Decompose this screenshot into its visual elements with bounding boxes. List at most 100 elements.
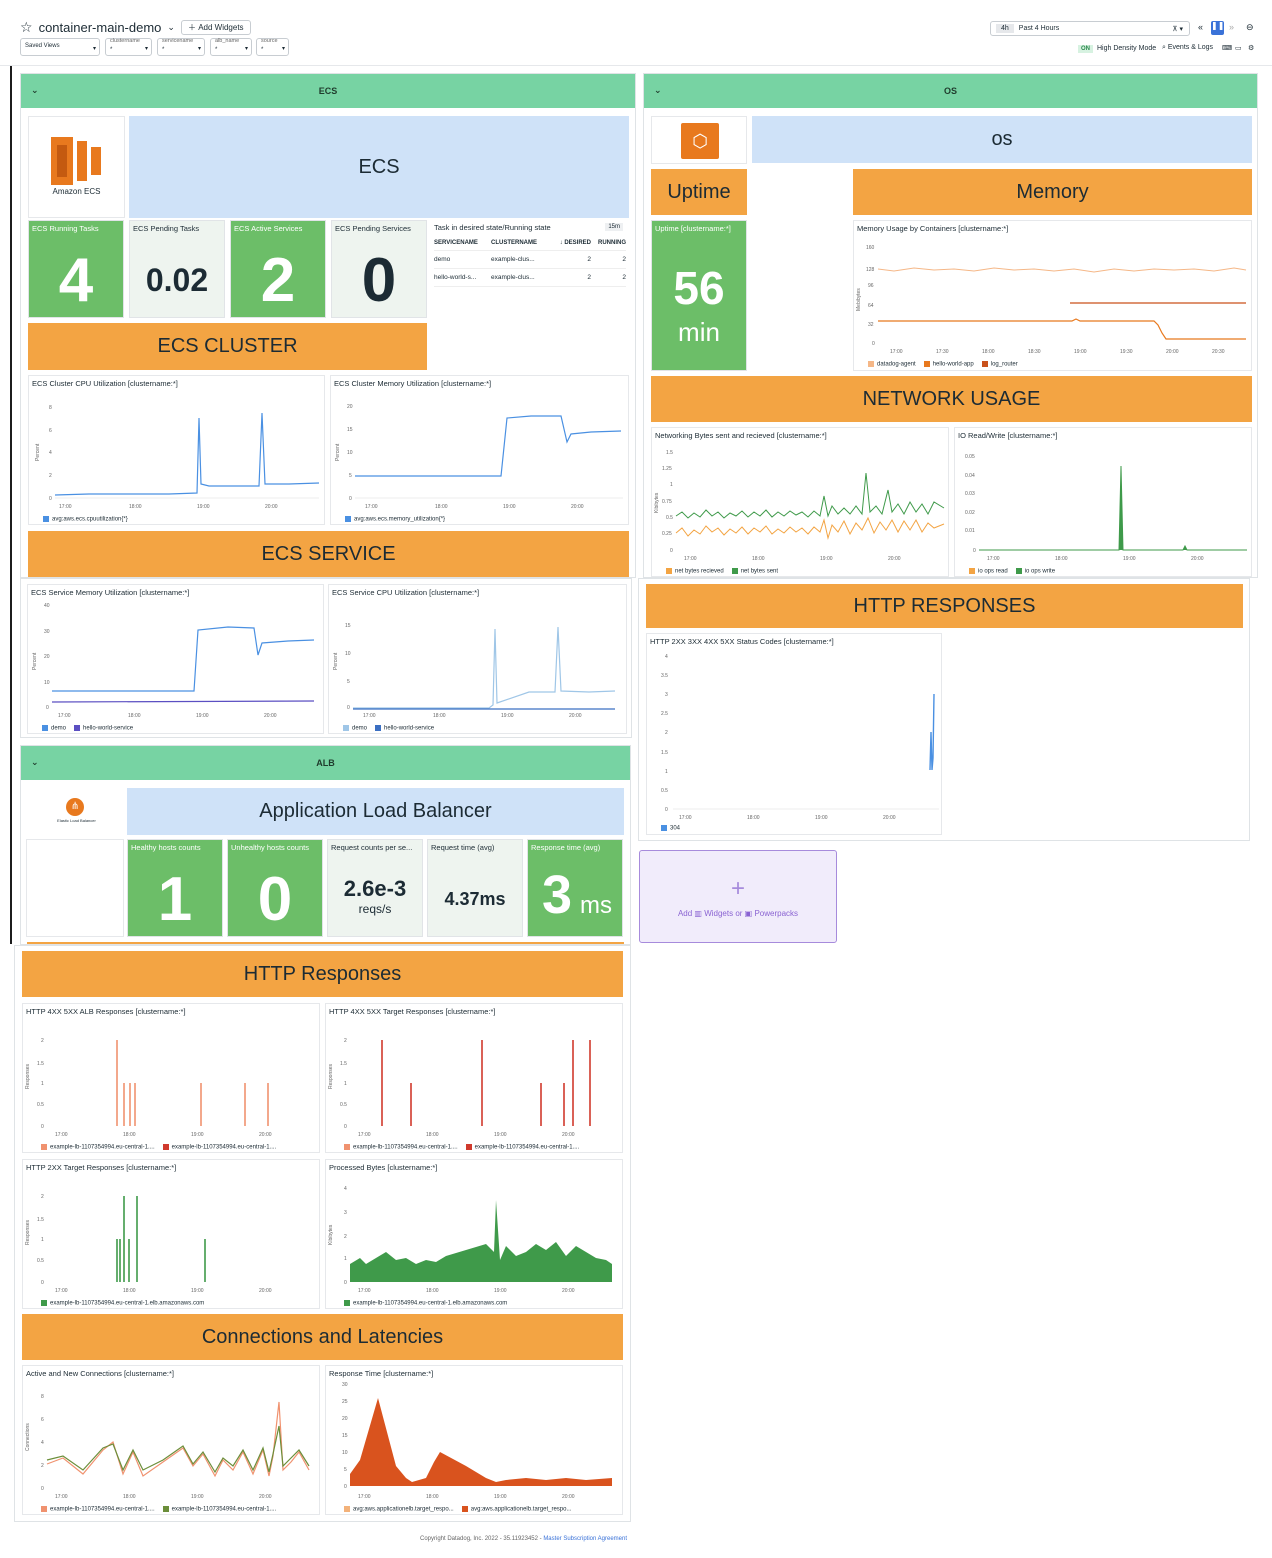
connections-chart: 8 6 4 2 0 17:00 18:00 19:00 20:00 Connections — [25, 1394, 310, 1500]
template-var-servicename[interactable]: servicename * ▾ — [157, 38, 205, 56]
table-row[interactable]: hello-world-s... example-clus... 2 2 — [434, 269, 626, 287]
add-widgets-button[interactable]: ＋ Add Widgets — [180, 20, 251, 35]
col-header-servicename[interactable]: SERVICENAME — [434, 240, 491, 246]
chart-legend: demo hello-world-service — [343, 725, 434, 732]
svg-text:20:00: 20:00 — [888, 556, 901, 562]
time-label: Past 4 Hours — [1018, 25, 1060, 32]
ecs-group-header[interactable]: ⌄ ECS — [21, 74, 635, 108]
memory-chart: 20 15 10 5 0 17:00 18:00 19:00 20:00 Percent — [335, 404, 623, 510]
ecs-cluster-memory-widget: ECS Cluster Memory Utilization [clustern… — [330, 375, 629, 525]
response-time-chart: 30 25 20 15 10 5 0 17:00 18:00 19:00 20:00 — [342, 1382, 612, 1500]
svg-text:2: 2 — [41, 1038, 44, 1044]
rewind-icon[interactable]: « — [1198, 22, 1203, 32]
svg-text:10: 10 — [342, 1450, 348, 1456]
amazon-ecs-logo-icon — [51, 137, 101, 185]
svg-text:2: 2 — [41, 1463, 44, 1469]
bar-chart-icon: ▥ — [694, 909, 702, 918]
svg-text:1: 1 — [41, 1081, 44, 1087]
unhealthy-hosts-widget: Unhealthy hosts counts 0 — [227, 839, 323, 937]
svg-text:19:00: 19:00 — [494, 1288, 507, 1294]
pin-icon[interactable]: ⊼ ▾ — [1172, 25, 1183, 33]
y-axis-label: Responses — [25, 1219, 31, 1245]
table-row[interactable]: demo example-clus... 2 2 — [434, 251, 626, 269]
svg-text:18:30: 18:30 — [1028, 349, 1041, 355]
svg-text:19:00: 19:00 — [503, 504, 516, 510]
caret-icon: ▾ — [197, 46, 201, 52]
template-var-alb-name[interactable]: alb_name * ▾ — [210, 38, 252, 56]
response-time-chart-widget: Response Time [clustername:*] 30 25 20 15 10… — [325, 1365, 623, 1515]
svg-text:15: 15 — [347, 427, 353, 433]
chart-legend: datadog-agent hello-world-app log_router — [868, 361, 1018, 368]
legend-label: hello-world-service — [83, 725, 134, 732]
time-picker[interactable]: 4h Past 4 Hours ⊼ ▾ — [990, 21, 1190, 36]
chevron-down-icon[interactable]: ⌄ — [31, 85, 39, 96]
chevron-down-icon[interactable]: ⌄ — [167, 22, 175, 33]
settings-gear-icon[interactable]: ⚙ — [1248, 44, 1254, 52]
chevron-down-icon[interactable]: ⌄ — [31, 757, 39, 768]
col-header-clustername[interactable]: CLUSTERNAME — [491, 240, 551, 246]
forward-icon[interactable]: » — [1229, 22, 1234, 32]
var-value: * — [261, 47, 264, 53]
zoom-out-icon[interactable]: ⊖ — [1246, 22, 1254, 33]
caret-icon: ▾ — [144, 46, 148, 52]
y-axis-label: Percent — [32, 652, 38, 670]
star-icon[interactable]: ☆ — [20, 19, 33, 36]
svg-text:30: 30 — [342, 1382, 348, 1388]
alb-block-continued: HTTP Responses HTTP 4XX 5XX ALB Response… — [14, 945, 631, 1522]
ecs-group: ⌄ ECS Amazon ECS ECS ECS Running Tasks 4 … — [20, 73, 636, 578]
request-time-widget: Request time (avg) 4.37ms — [427, 839, 523, 937]
svg-text:3: 3 — [665, 692, 668, 698]
caret-icon: ▾ — [92, 46, 96, 52]
svg-text:8: 8 — [41, 1394, 44, 1400]
io-read-write-widget: IO Read/Write [clustername:*] 0.05 0.04 0.… — [954, 427, 1252, 577]
high-density-toggle[interactable]: ON — [1078, 45, 1093, 53]
y-axis-label: Percent — [335, 443, 341, 461]
tv-mode-icon[interactable]: ▭ — [1235, 44, 1242, 52]
template-var-clustername[interactable]: clustername * ▾ — [105, 38, 152, 56]
caret-icon: ▾ — [281, 46, 285, 52]
svg-text:17:00: 17:00 — [59, 504, 72, 510]
svg-text:19:00: 19:00 — [494, 1132, 507, 1138]
svg-text:25: 25 — [342, 1399, 348, 1405]
svg-text:0: 0 — [670, 548, 673, 554]
task-table: SERVICENAME CLUSTERNAME ↓ DESIRED RUNNIN… — [434, 235, 626, 287]
legend-label: example-lb-1107354994.eu-central-1.... — [353, 1144, 458, 1151]
svg-text:20:30: 20:30 — [1212, 349, 1225, 355]
alb-group: ⌄ ALB ⋔ Elastic Load Balancer Application… — [20, 745, 631, 945]
svg-text:20:00: 20:00 — [259, 1132, 272, 1138]
alb-group-header[interactable]: ⌄ ALB — [21, 746, 630, 780]
footer-msa-link[interactable]: Master Subscription Agreement — [543, 1536, 627, 1542]
keyboard-icon[interactable]: ⌨ — [1222, 44, 1232, 52]
os-group: ⌄ OS ⬡ os Uptime Memory Uptime [clusterna… — [643, 73, 1258, 578]
ecs-service-title: ECS SERVICE — [28, 531, 629, 577]
svg-text:18:00: 18:00 — [128, 713, 141, 719]
svg-text:19:30: 19:30 — [1120, 349, 1133, 355]
events-logs-button[interactable]: ⌕ Events & Logs — [1162, 44, 1213, 52]
legend-label: net bytes sent — [740, 568, 779, 575]
saved-views-select[interactable]: Saved Views ▾ — [20, 38, 100, 56]
svg-text:2: 2 — [665, 730, 668, 736]
memory-title: Memory — [853, 169, 1252, 215]
add-widgets-text: Add ▥ Widgets or ▣ Powerpacks — [678, 909, 798, 918]
chart-legend: avg:aws.ecs.memory_utilization{*} — [345, 516, 445, 523]
chart-legend: example-lb-1107354994.eu-central-1.elb.a… — [41, 1300, 204, 1307]
add-widgets-placeholder[interactable]: + Add ▥ Widgets or ▣ Powerpacks — [639, 850, 837, 943]
svg-text:1: 1 — [670, 482, 673, 488]
svg-text:4: 4 — [665, 654, 668, 660]
ecs-service-cpu-widget: ECS Service CPU Utilization [clustername… — [328, 584, 627, 734]
ecs-task-table-widget: Task in desired state/Running state 15m … — [431, 220, 629, 370]
col-header-desired[interactable]: ↓ DESIRED — [551, 240, 591, 246]
col-header-running[interactable]: RUNNING — [591, 240, 626, 246]
svg-text:18:00: 18:00 — [435, 504, 448, 510]
chevron-down-icon[interactable]: ⌄ — [654, 85, 662, 96]
widget-title: Uptime [clustername:*] — [655, 224, 731, 233]
svg-text:8: 8 — [49, 405, 52, 411]
pause-icon[interactable]: ❚❚ — [1211, 21, 1224, 35]
ecs-running-tasks-widget: ECS Running Tasks 4 — [28, 220, 124, 318]
elastic-load-balancer-icon: ⋔ — [66, 798, 84, 816]
ecs-cluster-title: ECS CLUSTER — [28, 323, 427, 370]
var-name: alb_name — [215, 38, 240, 44]
template-var-source[interactable]: source * ▾ — [256, 38, 289, 56]
os-group-header[interactable]: ⌄ OS — [644, 74, 1257, 108]
alb-4xx-5xx-chart: 2 1.5 1 0.5 0 17:00 18:00 19:00 20:00 Responses — [25, 1038, 272, 1138]
